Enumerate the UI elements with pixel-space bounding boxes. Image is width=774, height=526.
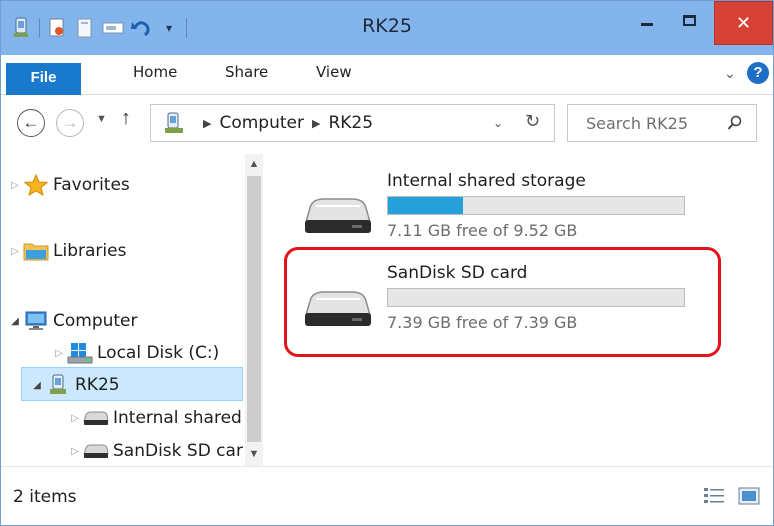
search-input[interactable]: Search RK25 [586,114,688,133]
computer-icon [23,310,49,332]
search-icon[interactable] [727,115,743,136]
title-bar[interactable]: ▾ RK25 ✕ [1,1,773,55]
up-arrow-icon: ↑ [121,107,131,129]
tab-file[interactable]: File [6,63,81,95]
nav-label-computer: Computer [53,311,138,331]
annotation-highlight-box [284,247,721,357]
collapse-arrow-icon[interactable]: ◢ [29,380,45,391]
breadcrumb-device[interactable]: RK25 [328,113,373,133]
close-button[interactable]: ✕ [714,1,773,45]
address-row: ← → ▼ ↑ ▶ Computer ▶ RK25 ⌄ ↻ Search RK2… [1,97,773,153]
expand-arrow-icon[interactable]: ▷ [67,413,83,424]
item-count: 2 items [13,487,77,507]
up-button[interactable]: ↑ [121,107,131,130]
minimize-icon [641,22,653,26]
nav-label-internal-storage: Internal shared [113,408,242,428]
nav-label-libraries: Libraries [53,241,127,261]
scroll-thumb[interactable] [247,176,261,442]
collapse-arrow-icon[interactable]: ◢ [7,316,23,327]
tab-share[interactable]: Share [225,63,268,81]
recent-locations-icon[interactable]: ▼ [96,113,107,125]
nav-item-sd-card[interactable]: ▷ SanDisk SD car [67,440,243,462]
status-bar: 2 items [1,466,773,525]
breadcrumb-separator-icon[interactable]: ▶ [203,117,211,130]
navigation-pane: ▷ Favorites ▷ Libraries ◢ Computer ▷ Loc… [1,154,263,464]
details-view-icon[interactable] [703,486,725,511]
help-icon[interactable]: ? [747,62,769,84]
device-icon [161,111,187,142]
device-icon [45,374,71,396]
address-bar[interactable]: ▶ Computer ▶ RK25 ⌄ ↻ [150,104,555,142]
drive-usage-bar [387,196,685,215]
expand-arrow-icon[interactable]: ▷ [67,446,83,457]
expand-arrow-icon[interactable]: ▷ [7,246,23,257]
nav-label-sd-card: SanDisk SD car [113,441,243,461]
drive-tile-internal[interactable]: Internal shared storage 7.11 GB free of … [264,154,773,244]
maximize-button[interactable] [668,1,710,39]
expand-ribbon-icon[interactable]: ⌄ [724,65,736,82]
nav-item-libraries[interactable]: ▷ Libraries [7,240,126,262]
drive-icon [83,407,109,429]
drive-icon [302,194,374,241]
address-history-icon[interactable]: ⌄ [493,116,503,130]
breadcrumb-separator-icon[interactable]: ▶ [312,117,320,130]
windows-drive-icon [67,342,93,364]
expand-arrow-icon[interactable]: ▷ [51,348,67,359]
breadcrumb-computer[interactable]: Computer [219,113,304,133]
nav-item-device[interactable]: ◢ RK25 [29,374,120,396]
back-arrow-icon: ← [22,113,40,132]
nav-scrollbar[interactable]: ▲ ▼ [245,154,263,466]
nav-label-local-disk: Local Disk (C:) [97,343,220,363]
nav-label-favorites: Favorites [53,175,130,195]
ribbon-tabs: File Home Share View ⌄ ? [1,55,773,95]
nav-item-favorites[interactable]: ▷ Favorites [7,174,130,196]
refresh-icon[interactable]: ↻ [525,111,540,132]
close-icon: ✕ [735,12,752,33]
search-box[interactable]: Search RK25 [567,104,757,142]
forward-arrow-icon: → [61,113,79,132]
expand-arrow-icon[interactable]: ▷ [7,180,23,191]
large-icons-view-icon[interactable] [738,486,760,511]
nav-item-local-disk[interactable]: ▷ Local Disk (C:) [51,342,219,364]
drive-name: Internal shared storage [387,171,586,191]
drive-icon [83,440,109,462]
drive-usage-fill [388,197,463,214]
tab-home[interactable]: Home [133,63,177,81]
scroll-up-icon[interactable]: ▲ [245,158,263,170]
nav-item-computer[interactable]: ◢ Computer [7,310,138,332]
nav-label-device: RK25 [75,375,120,395]
tab-view[interactable]: View [316,63,352,81]
minimize-button[interactable] [626,1,668,39]
nav-item-internal-storage[interactable]: ▷ Internal shared [67,407,242,429]
star-icon [23,174,49,196]
maximize-icon [682,14,696,26]
forward-button[interactable]: → [56,109,84,137]
back-button[interactable]: ← [17,109,45,137]
scroll-down-icon[interactable]: ▼ [245,448,263,460]
drive-free-space: 7.11 GB free of 9.52 GB [387,221,578,240]
explorer-window: ▾ RK25 ✕ File Home Share View ⌄ ? ← → ▼ … [0,0,774,526]
breadcrumb: ▶ Computer ▶ RK25 [203,113,373,133]
libraries-folder-icon [23,240,49,262]
